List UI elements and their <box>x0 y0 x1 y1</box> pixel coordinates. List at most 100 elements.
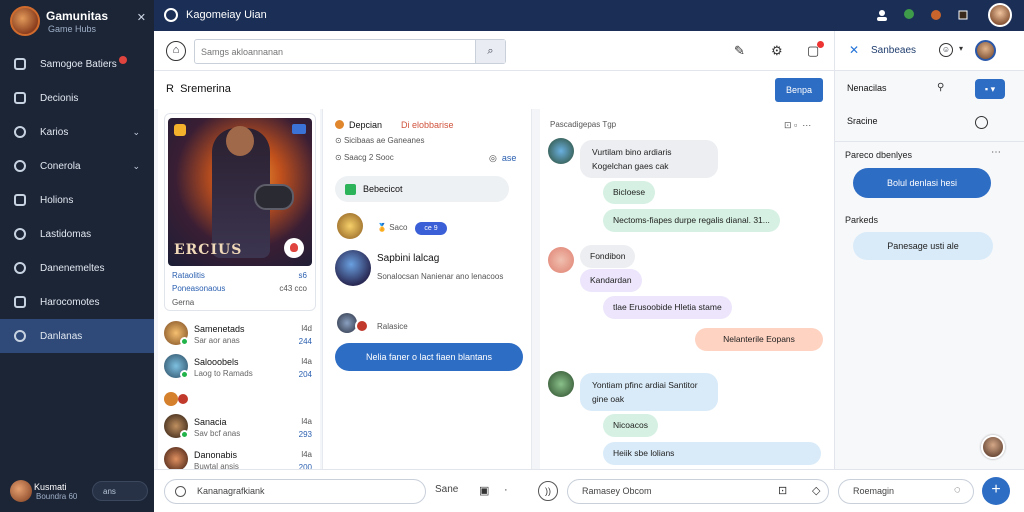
trophy-icon[interactable] <box>957 9 969 21</box>
primary-button[interactable]: Benpa <box>775 78 823 102</box>
friend-name: Sanacia <box>194 417 227 427</box>
fire-icon[interactable] <box>284 238 304 258</box>
chevron-down-icon[interactable]: ⌄ <box>132 161 140 172</box>
current-user[interactable]: Kusmati Boundra 60 ans <box>8 480 148 504</box>
close-icon[interactable]: ✕ <box>137 11 146 24</box>
profile-avatar[interactable] <box>988 3 1012 27</box>
settings-icon[interactable]: ⚙ <box>771 43 783 59</box>
sidebar-item-7[interactable]: Danenemeltes <box>0 251 154 285</box>
status-toggle[interactable]: ans <box>92 481 148 501</box>
list-icon <box>14 296 26 308</box>
sidebar-item-3[interactable]: Karios ⌄ <box>0 115 154 149</box>
avatar[interactable] <box>548 247 574 273</box>
hero-head <box>226 126 254 156</box>
composer-bar: Kananagrafkiank Sane ▣ · )) Ramasey Obco… <box>154 469 1024 512</box>
friend-count: 293 <box>298 430 312 439</box>
expand-icon[interactable]: ✕ <box>849 43 859 57</box>
attach-icon[interactable]: ⊡ <box>778 484 787 497</box>
search-icon[interactable]: ⌕ <box>475 40 505 63</box>
chevron-down-icon[interactable]: ▾ <box>959 44 963 53</box>
sidebar-item-5[interactable]: Holions <box>0 183 154 217</box>
feed-tag: Di elobbarise <box>401 120 454 130</box>
hero-icon[interactable] <box>930 9 942 21</box>
sidebar-item-9[interactable]: Danlanas <box>0 319 154 353</box>
emoji-icon[interactable]: ☺ <box>939 43 953 57</box>
friend-name: Samenetads <box>194 324 245 334</box>
feed-subline: ⊙ Saacg 2 Sooc <box>335 153 394 162</box>
message-input[interactable]: Kananagrafkiank <box>164 479 426 504</box>
more-icon[interactable]: ⋯ <box>991 147 1001 158</box>
sticker-icon[interactable]: ◇ <box>812 484 820 497</box>
brand[interactable]: Gamunitas Game Hubs ✕ <box>8 4 148 38</box>
chat-message: Kandardan <box>580 269 642 292</box>
cta-button[interactable]: Nelia faner o lact fiaen blantans <box>335 343 523 371</box>
pin-icon[interactable]: ✎ <box>734 43 745 59</box>
chat-actions[interactable]: ⊡ ▫ ⋯ <box>784 120 811 131</box>
panel-row[interactable]: Nenacilas <box>847 83 887 93</box>
back-icon[interactable]: ⌂ <box>166 41 186 61</box>
game-card[interactable]: ERCIUS Rataolitis s6 Poneasonaous c43 cc… <box>164 113 316 311</box>
friend-name: Salooobels <box>194 357 239 367</box>
group-icon <box>345 184 356 195</box>
hero-weapon <box>254 184 294 210</box>
options-button[interactable]: ▪ ▾ <box>975 79 1005 99</box>
online-indicator <box>180 337 189 346</box>
avatar[interactable] <box>548 138 574 164</box>
home-icon <box>14 58 26 70</box>
sidebar-item-8[interactable]: Harocomotes <box>0 285 154 319</box>
notification-badge <box>817 41 824 48</box>
sidebar-item-4[interactable]: Conerola ⌄ <box>0 149 154 183</box>
emoji-icon[interactable]: ◌ <box>954 484 961 496</box>
status-badge <box>355 319 369 333</box>
character-icon[interactable] <box>903 9 915 21</box>
list-item[interactable]: Sanacia Sav bcf anas l4a 293 <box>164 412 314 446</box>
app-logo <box>10 6 40 36</box>
chevron-down-icon[interactable]: ⌄ <box>132 127 140 138</box>
avatar[interactable] <box>335 250 371 286</box>
search-input[interactable] <box>195 40 475 63</box>
dot-icon[interactable]: · <box>504 484 508 496</box>
composer-label: Sane <box>435 484 459 495</box>
online-indicator <box>180 370 189 379</box>
game-meta-value: c43 cco <box>279 284 307 293</box>
floating-avatar[interactable] <box>981 435 1005 459</box>
sidebar-item-6[interactable]: Lastidomas <box>0 217 154 251</box>
list-item[interactable]: Salooobels Laog to Ramads l4a 204 <box>164 352 314 386</box>
list-item[interactable]: Samenetads Sar aor anas l4d 244 <box>164 319 314 353</box>
emoji-icon <box>164 392 178 406</box>
group-pill[interactable]: Bebecicot <box>335 176 509 202</box>
post-body: Sonalocsan Nanienar ano lenacoos <box>377 272 504 281</box>
right-header-label[interactable]: Sanbeaes <box>871 45 916 56</box>
user-icon[interactable] <box>876 9 888 21</box>
window-title: Kagomeiay Uian <box>186 9 267 21</box>
pin-icon[interactable]: ⚲ <box>937 82 944 93</box>
friend-status: Laog to Ramads <box>194 369 253 378</box>
notification-badge <box>119 56 127 64</box>
sidebar-item-1[interactable]: Samogoe Batiers <box>0 47 154 81</box>
sidebar-item-label: Samogoe Batiers <box>40 58 117 70</box>
avatar[interactable] <box>975 40 996 61</box>
gamepad-icon <box>14 126 26 138</box>
panel-bubble[interactable]: Panesage usti ale <box>853 232 993 260</box>
right-panel: Nenacilas ⚲ ▪ ▾ Sracine Pareco dbenlyes … <box>834 71 1024 469</box>
panel-bubble[interactable]: Bolul denlasi hesi <box>853 168 991 198</box>
avatar[interactable] <box>548 371 574 397</box>
like-label: 🏅 Saco <box>377 223 408 232</box>
avatar[interactable] <box>337 313 357 333</box>
chevron-icon[interactable] <box>975 116 988 129</box>
feed-column: Depcian Di elobbarise ⊙ Sicibaas ae Gane… <box>322 109 532 469</box>
voice-icon[interactable]: )) <box>538 481 558 501</box>
sidebar: Gamunitas Game Hubs ✕ Samogoe Batiers De… <box>0 0 154 512</box>
avatar[interactable] <box>337 213 363 239</box>
like-tag[interactable]: ce 9 <box>415 222 447 235</box>
rank-badge <box>174 124 186 136</box>
panel-row[interactable]: Sracine <box>847 116 878 126</box>
chat-message: Nectoms-fiapes durpe regalis dianal. 31.… <box>603 209 780 232</box>
send-button[interactable]: + <box>982 477 1010 505</box>
game-meta-value: s6 <box>298 271 307 280</box>
secondary-input[interactable]: Ramasey Obcom <box>567 479 829 504</box>
image-icon[interactable]: ▣ <box>479 484 489 497</box>
chat-message: Yontiam pfinc ardiai Santitor gine oak <box>580 373 718 411</box>
sidebar-item-2[interactable]: Decionis <box>0 81 154 115</box>
chat-message: Bicloese <box>603 181 656 204</box>
